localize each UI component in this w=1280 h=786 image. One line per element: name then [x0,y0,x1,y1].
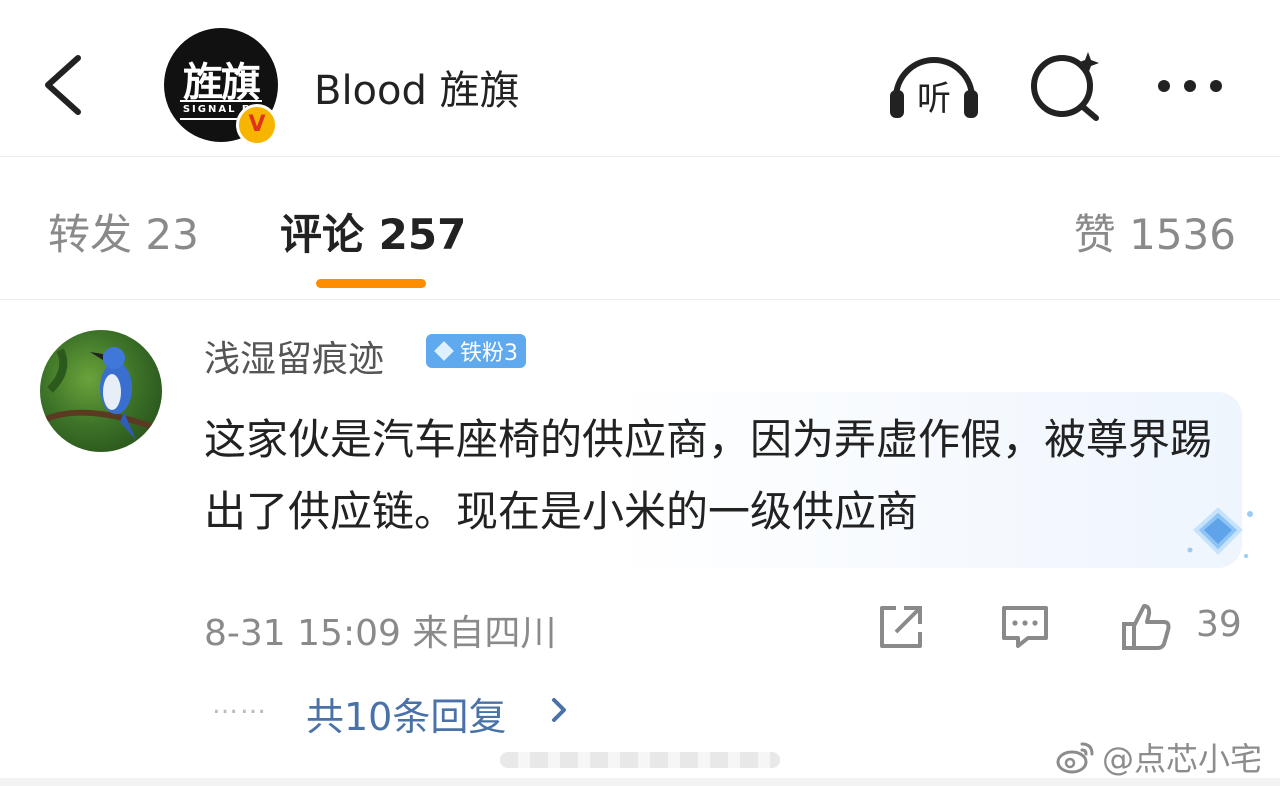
share-icon[interactable] [874,600,928,654]
weibo-watermark: @点芯小宅 [1056,734,1262,780]
reply-thread-dots: …… [212,690,268,720]
account-name[interactable]: Blood 旌旗 [314,58,520,116]
comment-meta: 8-31 15:09 来自四川 [204,613,557,654]
weibo-logo-icon [1056,742,1094,774]
diamond-decoration-icon [1184,500,1264,564]
back-icon[interactable] [36,52,96,118]
chevron-right-icon[interactable] [548,692,570,728]
active-tab-indicator [316,279,426,288]
tab-comments[interactable]: 评论 257 [280,201,466,262]
bottom-divider [0,778,1280,786]
commenter-name[interactable]: 浅湿留痕迹 [204,330,384,382]
thumbs-up-icon[interactable] [1120,600,1174,654]
reply-icon[interactable] [998,600,1052,654]
like-count: 39 [1196,604,1242,645]
comment-text[interactable]: 这家伙是汽车座椅的供应商，因为弄虚作假，被尊界踢出了供应链。现在是小米的一级供应… [204,404,1234,548]
fan-level-badge: 铁粉3 [426,334,526,368]
verified-badge: V [236,104,278,146]
search-icon[interactable] [1022,48,1118,124]
diamond-icon [434,341,454,361]
blurred-strip [500,752,780,768]
watermark-text: @点芯小宅 [1102,740,1263,778]
tab-likes[interactable]: 赞 1536 [1074,201,1236,262]
view-replies-link[interactable]: 共10条回复 [306,686,506,741]
listen-icon[interactable]: 听 [886,48,982,124]
fan-level-label: 铁粉3 [460,341,518,366]
listen-label: 听 [917,79,951,119]
commenter-avatar[interactable] [40,330,162,452]
top-bar: 旌旗 SIGNAL FL V Blood 旌旗 听 [0,0,1280,157]
tab-forward[interactable]: 转发 23 [48,201,199,262]
more-icon[interactable] [1144,48,1240,124]
tab-bar: 转发 23 评论 257 赞 1536 [0,157,1280,300]
